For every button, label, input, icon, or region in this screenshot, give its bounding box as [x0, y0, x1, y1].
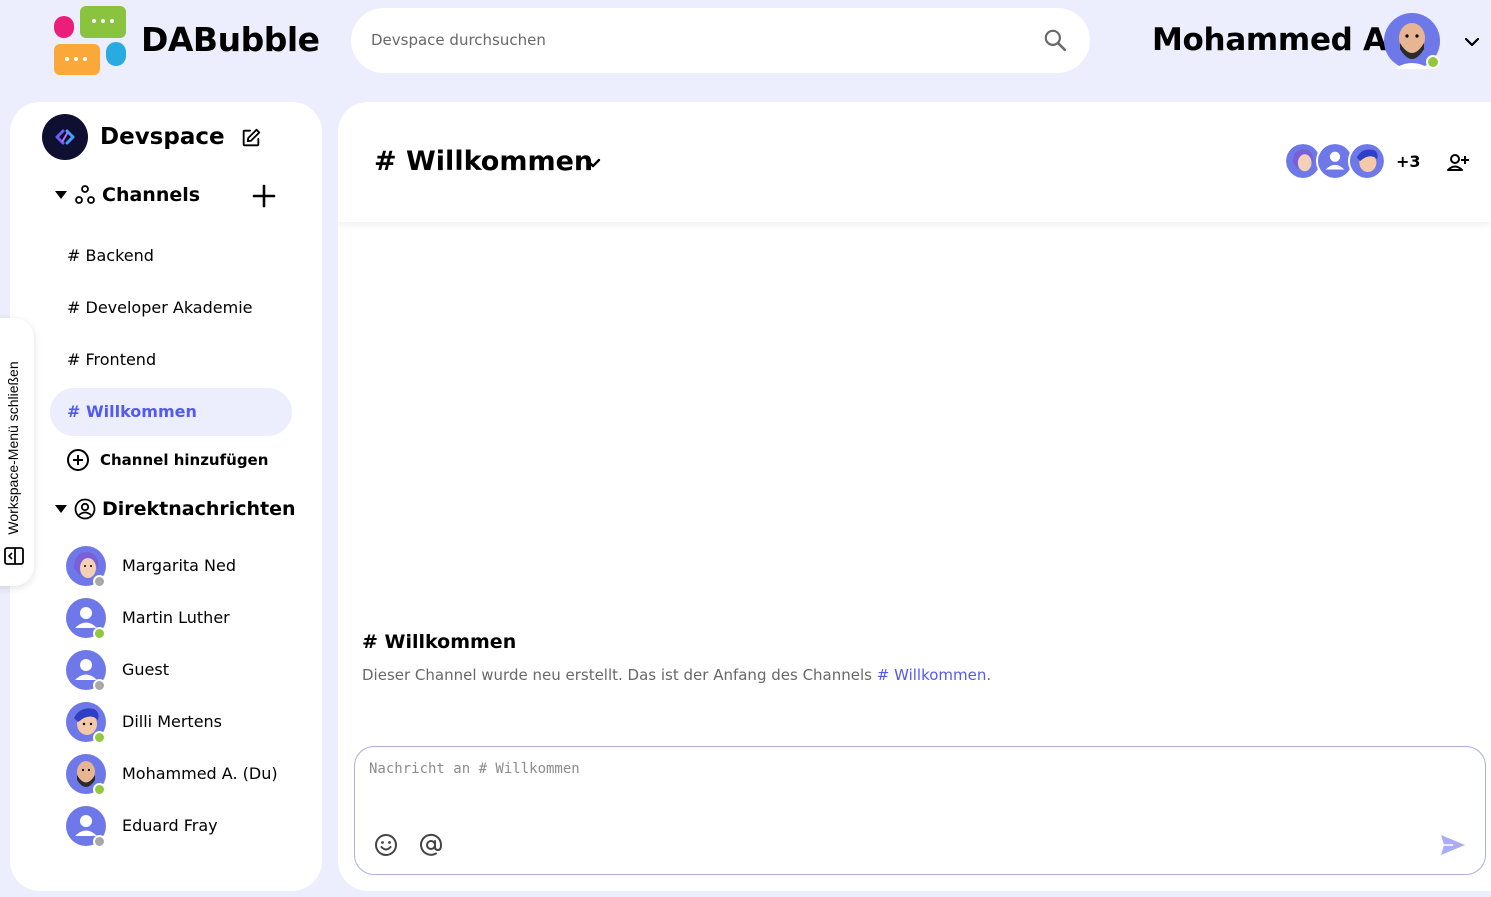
channel-view: # Willkommen +3 # Willkommen Dieser Chan… [338, 102, 1491, 891]
account-circle-icon [74, 498, 96, 520]
status-dot [93, 575, 106, 588]
search-input[interactable]: Devspace durchsuchen [371, 31, 546, 49]
dm-item-mohammed-a[interactable]: Mohammed A. (Du) [66, 752, 306, 796]
brand-name: DABubble [141, 20, 320, 59]
avatar [66, 754, 106, 796]
avatar [66, 650, 106, 692]
sidebar-item-willkommen[interactable]: # Willkommen [50, 388, 292, 436]
channel-intro-text: Dieser Channel wurde neu erstellt. Das i… [362, 666, 991, 684]
channel-title[interactable]: # Willkommen [374, 146, 593, 177]
add-circle-icon [67, 449, 89, 471]
dm-name: Guest [122, 660, 169, 679]
intro-text-end: . [986, 666, 992, 684]
member-avatar [1348, 142, 1386, 180]
chevron-down-icon[interactable] [1462, 32, 1482, 52]
current-user-name[interactable]: Mohammed A. [1152, 22, 1399, 58]
channels-title: Channels [102, 184, 201, 206]
avatar [66, 702, 106, 744]
caret-down-icon[interactable] [54, 502, 68, 516]
channel-label: # Backend [67, 246, 154, 265]
dm-name: Margarita Ned [122, 556, 237, 575]
workspace-menu-toggle[interactable]: Workspace-Menü schließen [0, 318, 34, 586]
workspace-name: Devspace [100, 124, 225, 150]
search-bar[interactable]: Devspace durchsuchen [351, 8, 1090, 73]
app-logo [54, 6, 128, 76]
channel-label: # Willkommen [67, 402, 197, 421]
status-dot [93, 731, 106, 744]
status-dot [93, 783, 106, 796]
dm-item-eduard-fray[interactable]: Eduard Fray [66, 804, 306, 848]
channel-header: # Willkommen +3 [338, 102, 1491, 222]
channel-label: # Developer Akademie [67, 298, 253, 317]
caret-down-icon[interactable] [54, 188, 68, 202]
sidebar-item-backend[interactable]: # Backend [50, 232, 292, 280]
avatar [66, 546, 106, 588]
status-dot [93, 679, 106, 692]
workspace-menu-toggle-label: Workspace-Menü schließen [5, 361, 21, 535]
send-icon[interactable] [1439, 833, 1467, 857]
workspaces-icon [75, 185, 95, 204]
intro-text-body: Dieser Channel wurde neu erstellt. Das i… [362, 666, 877, 684]
dm-item-margarita-ned[interactable]: Margarita Ned [66, 544, 306, 588]
dm-name: Dilli Mertens [122, 712, 223, 731]
add-channel-button[interactable]: Channel hinzufügen [66, 448, 268, 472]
emoji-icon[interactable] [373, 832, 399, 858]
dm-name: Martin Luther [122, 608, 230, 627]
plus-icon[interactable] [252, 184, 276, 208]
current-user-avatar[interactable] [1384, 13, 1440, 69]
sidebar-item-frontend[interactable]: # Frontend [50, 336, 292, 384]
search-icon[interactable] [1042, 27, 1068, 53]
add-channel-label: Channel hinzufügen [100, 451, 269, 469]
sidebar-item-developer-akademie[interactable]: # Developer Akademie [50, 284, 292, 332]
workspace-logo [42, 114, 88, 160]
dm-name: Eduard Fray [122, 816, 218, 835]
message-input[interactable]: Nachricht an # Willkommen [369, 761, 580, 777]
channels-section-header[interactable]: Channels [54, 184, 200, 206]
sidebar-collapse-icon [4, 547, 24, 565]
dm-section-header[interactable]: Direktnachrichten [54, 498, 296, 520]
avatar [66, 598, 106, 640]
message-composer[interactable]: Nachricht an # Willkommen [354, 746, 1486, 875]
member-count[interactable]: +3 [1396, 152, 1421, 171]
dm-item-martin-luther[interactable]: Martin Luther [66, 596, 306, 640]
workspace-sidebar: Devspace Channels # Backend # Developer … [10, 102, 322, 891]
dm-title: Direktnachrichten [102, 498, 296, 520]
dm-item-guest[interactable]: Guest [66, 648, 306, 692]
online-status-dot [1426, 55, 1440, 69]
mention-icon[interactable] [418, 832, 444, 858]
chevron-down-icon[interactable] [582, 152, 604, 174]
edit-icon[interactable] [240, 127, 262, 149]
avatar [66, 806, 106, 848]
channel-intro-title: # Willkommen [362, 631, 517, 653]
channel-members[interactable] [1284, 142, 1394, 182]
channel-link[interactable]: # Willkommen [877, 666, 987, 684]
dm-item-dilli-mertens[interactable]: Dilli Mertens [66, 700, 306, 744]
add-member-icon[interactable] [1445, 150, 1471, 176]
status-dot [93, 835, 106, 848]
dm-name: Mohammed A. (Du) [122, 764, 278, 783]
channel-label: # Frontend [67, 350, 157, 369]
status-dot [93, 627, 106, 640]
